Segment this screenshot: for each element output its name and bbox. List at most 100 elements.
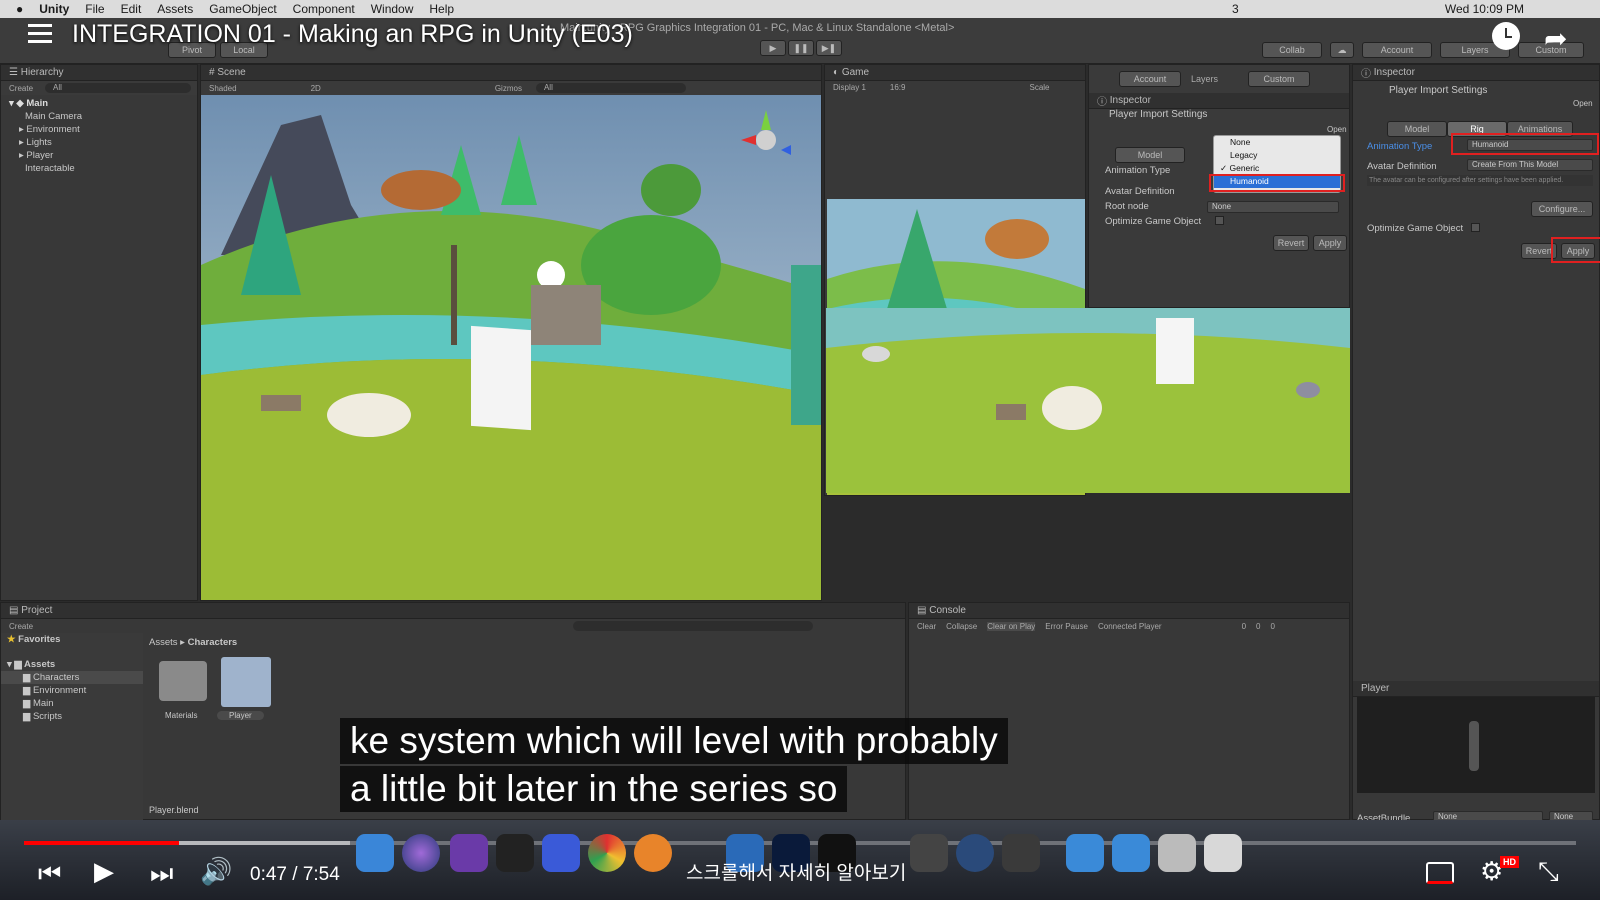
volume-icon[interactable]: 🔊 [200, 856, 232, 887]
folder-item[interactable]: ▆ Environment [1, 684, 143, 697]
hierarchy-search-input[interactable]: All [45, 83, 191, 93]
apple-icon[interactable]: ● [16, 2, 23, 16]
breadcrumb-characters[interactable]: Characters [188, 637, 238, 648]
console-clear-on-play-button[interactable]: Clear on Play [987, 621, 1036, 631]
visual-studio-dock-icon[interactable] [450, 834, 488, 872]
menu-help[interactable]: Help [429, 2, 454, 16]
game-tab[interactable]: ◐ Game [825, 65, 1085, 81]
console-error-pause-button[interactable]: Error Pause [1045, 622, 1088, 631]
open-button-small[interactable]: Open [1327, 125, 1347, 134]
optimize-checkbox[interactable] [1471, 223, 1480, 232]
menu-file[interactable]: File [85, 2, 104, 16]
cloud-button[interactable]: ☁ [1330, 42, 1354, 58]
tab-model-small[interactable]: Model [1115, 147, 1185, 163]
menu-gameobject[interactable]: GameObject [209, 2, 276, 16]
dropdown-option-legacy[interactable]: Legacy [1214, 149, 1340, 162]
preview-viewport[interactable] [1357, 697, 1595, 793]
apply-button-small[interactable]: Apply [1313, 235, 1347, 251]
folder-dock-icon[interactable] [1066, 834, 1104, 872]
info-count[interactable]: 0 [1242, 622, 1246, 631]
video-title[interactable]: INTEGRATION 01 - Making an RPG in Unity … [72, 20, 633, 49]
scene-viewport[interactable] [201, 95, 821, 600]
blender-dock-icon[interactable] [634, 834, 672, 872]
menu-assets[interactable]: Assets [157, 2, 193, 16]
display-dropdown[interactable]: Display 1 [833, 83, 866, 92]
unity-dock-icon[interactable] [496, 834, 534, 872]
project-create-button[interactable]: Create [9, 622, 33, 631]
2d-toggle[interactable]: 2D [311, 84, 321, 93]
hierarchy-item[interactable]: Main Camera [9, 110, 197, 123]
folder-item[interactable]: ▆ Scripts [1, 710, 143, 723]
chrome-dock-icon[interactable] [588, 834, 626, 872]
folder-dock-icon[interactable] [1112, 834, 1150, 872]
menu-edit[interactable]: Edit [121, 2, 142, 16]
menu-window[interactable]: Window [371, 2, 414, 16]
avatar-definition-field[interactable]: Create From This Model [1467, 159, 1593, 171]
folder-item[interactable]: ▆ Characters [1, 671, 143, 684]
play-button[interactable]: ▶ [760, 40, 786, 56]
exit-fullscreen-icon[interactable]: ⤡ [1538, 856, 1559, 888]
error-count[interactable]: 0 [1270, 622, 1274, 631]
folder-item[interactable]: ▆ Main [1, 697, 143, 710]
scale-slider[interactable]: Scale [1029, 83, 1049, 92]
account-button-small[interactable]: Account [1119, 71, 1181, 87]
shading-dropdown[interactable]: Shaded [209, 84, 237, 93]
trash-dock-icon[interactable] [1204, 834, 1242, 872]
inspector-small-tab[interactable]: ⓘ Inspector [1089, 93, 1349, 109]
warning-count[interactable]: 0 [1256, 622, 1260, 631]
scene-search-input[interactable]: All [535, 83, 686, 93]
account-button[interactable]: Account [1362, 42, 1432, 58]
console-collapse-button[interactable]: Collapse [946, 622, 977, 631]
siri-dock-icon[interactable] [402, 834, 440, 872]
breadcrumb-assets[interactable]: Assets [149, 637, 178, 648]
app-dock-icon[interactable] [542, 834, 580, 872]
revert-button-small[interactable]: Revert [1273, 235, 1309, 251]
hierarchy-item[interactable]: ▸ Environment [9, 123, 197, 136]
console-tab[interactable]: ▤ Console [909, 603, 1349, 619]
inspector-tab[interactable]: ⓘ Inspector [1353, 65, 1599, 81]
next-icon[interactable]: ⏭ [150, 858, 173, 890]
assets-item[interactable]: ▾ ▆ Assets [1, 658, 143, 671]
finder-dock-icon[interactable] [356, 834, 394, 872]
project-search-input[interactable] [573, 621, 814, 631]
aspect-dropdown[interactable]: 16:9 [890, 83, 906, 92]
menu-component[interactable]: Component [293, 2, 355, 16]
share-icon[interactable]: ➦ [1544, 22, 1567, 55]
layers-button-small[interactable]: Layers [1191, 74, 1218, 84]
hierarchy-item[interactable]: ▸ Lights [9, 136, 197, 149]
root-node-field-small[interactable]: None [1207, 201, 1339, 213]
project-tab[interactable]: ▤ Project [1, 603, 905, 619]
optimize-checkbox-small[interactable] [1215, 216, 1224, 225]
tab-model[interactable]: Model [1387, 121, 1447, 137]
custom-button-small[interactable]: Custom [1248, 71, 1311, 87]
player-model-icon[interactable] [221, 657, 271, 707]
materials-folder-icon[interactable] [159, 661, 207, 701]
hierarchy-create-button[interactable]: Create [9, 84, 33, 93]
subtitles-icon[interactable] [1426, 862, 1454, 884]
app-dock-icon[interactable] [956, 834, 994, 872]
previous-icon[interactable]: ⏮ [38, 858, 61, 890]
collab-button[interactable]: Collab [1262, 42, 1322, 58]
step-button[interactable]: ▶❚ [816, 40, 842, 56]
favorites-item[interactable]: ★ Favorites [1, 633, 143, 646]
gizmos-dropdown[interactable]: Gizmos [495, 84, 522, 93]
scene-tab[interactable]: # Scene [201, 65, 821, 81]
app-dock-icon[interactable] [1002, 834, 1040, 872]
pause-button[interactable]: ❚❚ [788, 40, 814, 56]
open-button[interactable]: Open [1573, 99, 1593, 108]
menu-unity[interactable]: Unity [39, 2, 69, 16]
console-clear-button[interactable]: Clear [917, 622, 936, 631]
watch-later-icon[interactable] [1492, 22, 1520, 50]
app-dock-icon[interactable] [910, 834, 948, 872]
menu-icon[interactable] [28, 24, 52, 44]
scroll-hint[interactable]: 스크롤해서 자세히 알아보기 [686, 858, 906, 885]
hierarchy-item[interactable]: ▸ Player [9, 149, 197, 162]
scene-root[interactable]: ▾ ◆ Main [9, 97, 197, 110]
configure-button[interactable]: Configure... [1531, 201, 1593, 217]
dropdown-option-none[interactable]: None [1214, 136, 1340, 149]
game-viewport-wide[interactable] [826, 308, 1350, 493]
console-connected-player-dropdown[interactable]: Connected Player [1098, 622, 1162, 631]
hierarchy-tab[interactable]: ☰ Hierarchy [1, 65, 197, 81]
hierarchy-item[interactable]: Interactable [9, 162, 197, 175]
play-icon[interactable]: ▶ [94, 856, 114, 887]
